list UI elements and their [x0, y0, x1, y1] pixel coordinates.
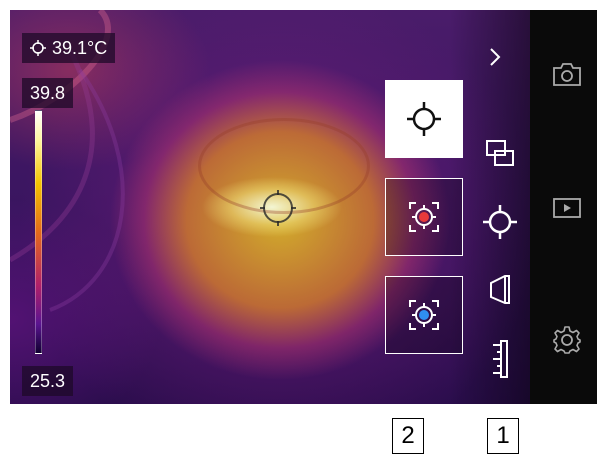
- scale-min-label: 25.3: [22, 366, 74, 396]
- chevron-right-icon[interactable]: [480, 42, 510, 72]
- crosshair-icon: [404, 99, 444, 139]
- play-icon[interactable]: [547, 190, 587, 226]
- picture-in-picture-icon[interactable]: [480, 134, 520, 174]
- spot-measure-button[interactable]: [385, 80, 463, 158]
- camera-icon[interactable]: [547, 56, 587, 92]
- scale-max-label: 39.8: [22, 78, 74, 108]
- gear-icon[interactable]: [547, 320, 587, 360]
- thermal-camera-screen: 39.1°C 39.8 25.3: [10, 10, 597, 404]
- perspective-icon[interactable]: [480, 270, 520, 310]
- spot-temperature-readout: 39.1°C: [22, 33, 116, 63]
- callout-label-2: 2: [392, 418, 424, 454]
- spot-temperature-value: 39.1°C: [52, 38, 108, 58]
- hot-spot-icon: [404, 197, 444, 237]
- ruler-icon[interactable]: [482, 336, 518, 382]
- cold-spot-icon: [404, 295, 444, 335]
- cold-spot-button[interactable]: [385, 276, 463, 354]
- callout-label-1: 1: [487, 418, 519, 454]
- temperature-scale-bar: [35, 110, 42, 354]
- hot-spot-button[interactable]: [385, 178, 463, 256]
- spot-measure-marker[interactable]: [258, 188, 298, 228]
- crosshair-icon: [30, 40, 46, 56]
- crosshair-icon[interactable]: [478, 200, 522, 244]
